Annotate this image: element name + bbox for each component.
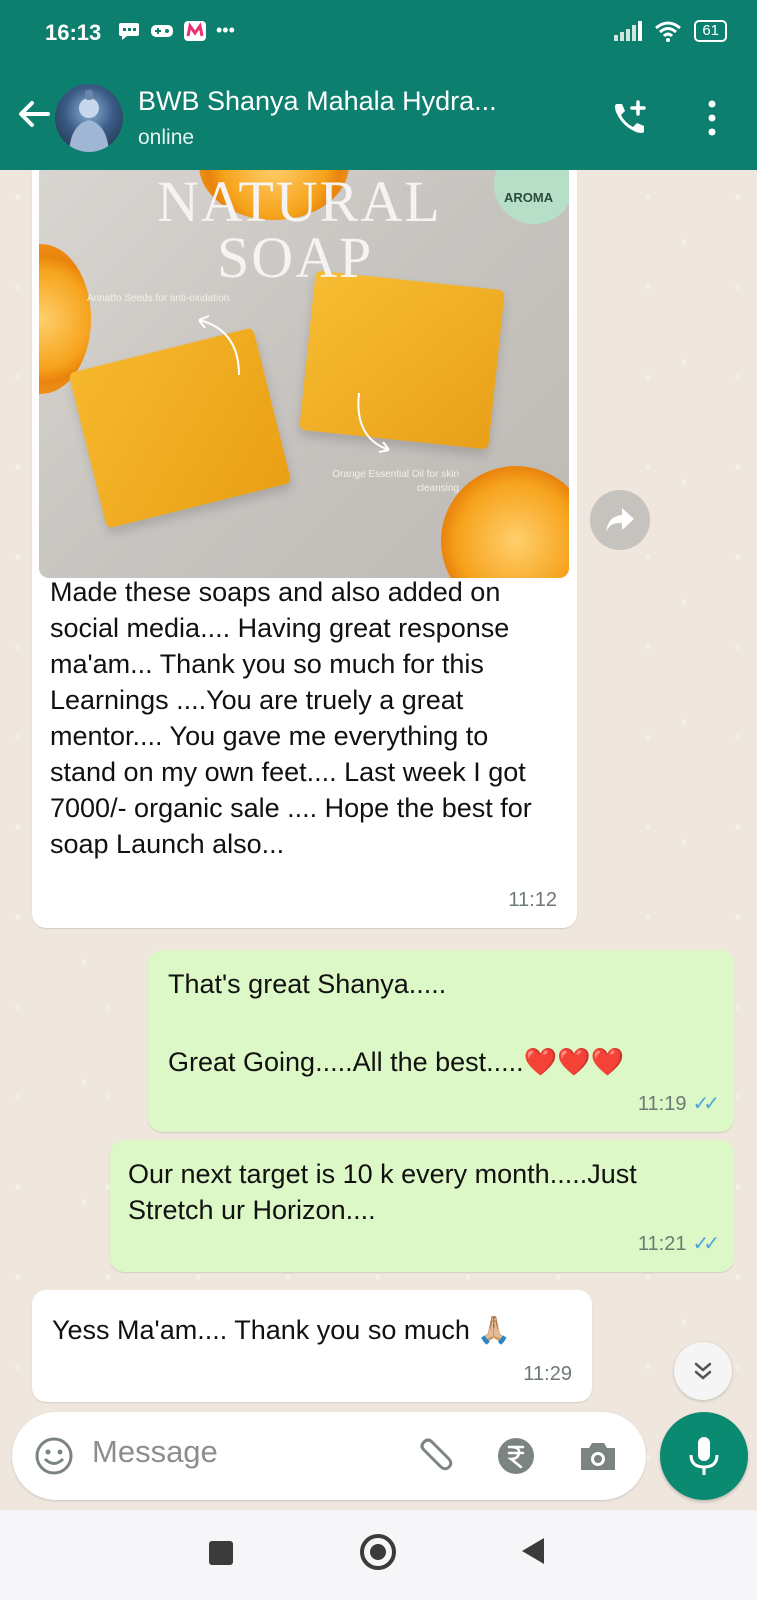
status-time: 16:13 (45, 20, 102, 45)
read-ticks-icon: ✓✓ (692, 1233, 719, 1255)
back-button[interactable] (522, 1538, 544, 1564)
incoming-image-message[interactable]: NATURAL SOAP AROMA Annatto Seeds for ant… (32, 170, 577, 928)
chat-header: BWB Shanya Mahala Hydra... online (0, 66, 757, 170)
camera-icon[interactable] (576, 1434, 620, 1478)
message-time-text: 11:19 (637, 1093, 687, 1115)
curved-arrow-left-icon (198, 315, 240, 376)
system-icons: 61 (612, 20, 727, 42)
message-time-text: 11:21 (637, 1233, 687, 1255)
read-ticks-icon: ✓✓ (692, 1093, 719, 1115)
curved-arrow-right-icon (357, 392, 390, 453)
soap-bar-left (68, 327, 292, 529)
image-caption: Made these soaps and also added on socia… (50, 577, 532, 859)
notification-icons: ••• (118, 20, 235, 41)
home-button[interactable] (360, 1534, 396, 1570)
recents-button[interactable] (209, 1541, 233, 1565)
aroma-badge: AROMA (494, 170, 569, 224)
rupee-payment-icon[interactable] (494, 1434, 538, 1478)
attach-icon[interactable] (412, 1434, 456, 1478)
image-title-line1: NATURAL (157, 170, 442, 234)
image-note-right: Orange Essential Oil for skin cleansing (332, 469, 459, 494)
message-text: Our next target is 10 k every month.....… (128, 1159, 637, 1225)
battery-icon: 61 (694, 20, 727, 42)
message-text-line2: Great Going.....All the best.....❤️❤️❤️ (168, 1047, 625, 1077)
forward-icon (606, 508, 634, 532)
emoji-icon[interactable] (32, 1434, 76, 1478)
wifi-icon (655, 21, 682, 42)
contact-status: online (138, 126, 195, 149)
voice-message-button[interactable] (660, 1412, 748, 1500)
message-input[interactable]: Message (92, 1434, 218, 1470)
message-time: 11:12 (508, 882, 557, 918)
message-text-line1: That's great Shanya..... (168, 969, 447, 999)
system-navigation-bar (0, 1510, 757, 1600)
aroma-badge-text: AROMA (504, 190, 554, 205)
scroll-to-bottom-button[interactable] (674, 1342, 732, 1400)
message-time: 11:19 ✓✓ (637, 1086, 720, 1122)
image-title-line2: SOAP (217, 225, 374, 290)
status-bar: 16:13 ••• 61 (0, 0, 757, 66)
gamepad-icon (151, 24, 173, 37)
contact-name[interactable]: BWB Shanya Mahala Hydra... (138, 86, 497, 117)
soap-photo[interactable]: NATURAL SOAP AROMA Annatto Seeds for ant… (39, 170, 569, 578)
message-time: 11:29 (523, 1356, 572, 1392)
outgoing-message[interactable]: That's great Shanya..... Great Going....… (148, 950, 734, 1132)
message-time-text: 11:29 (523, 1363, 572, 1385)
avatar-figure-icon (69, 90, 109, 152)
forward-button[interactable] (590, 490, 650, 550)
double-chevron-down-icon (694, 1362, 712, 1380)
signal-icon (614, 21, 643, 41)
add-call-icon[interactable] (608, 96, 652, 140)
chat-notification-icon (119, 22, 139, 40)
myntra-icon (184, 20, 206, 41)
more-notifications-icon: ••• (216, 20, 235, 40)
outgoing-message[interactable]: Our next target is 10 k every month.....… (110, 1140, 734, 1272)
orange-slice-bottom (441, 466, 569, 578)
message-input-bar: Message (12, 1412, 646, 1500)
message-time-text: 11:12 (508, 889, 557, 911)
image-note-left: Annatto Seeds for anti-oxidation (87, 293, 230, 304)
incoming-message[interactable]: Yess Ma'am.... Thank you so much 🙏🏼 11:2… (32, 1290, 592, 1402)
more-options-icon[interactable] (700, 96, 724, 140)
message-text: Yess Ma'am.... Thank you so much 🙏🏼 (52, 1315, 511, 1345)
chat-area[interactable]: NATURAL SOAP AROMA Annatto Seeds for ant… (0, 170, 757, 1510)
microphone-icon (689, 1437, 719, 1475)
message-time: 11:21 ✓✓ (637, 1226, 720, 1262)
contact-avatar[interactable] (55, 84, 123, 152)
back-arrow-icon[interactable] (14, 94, 54, 134)
